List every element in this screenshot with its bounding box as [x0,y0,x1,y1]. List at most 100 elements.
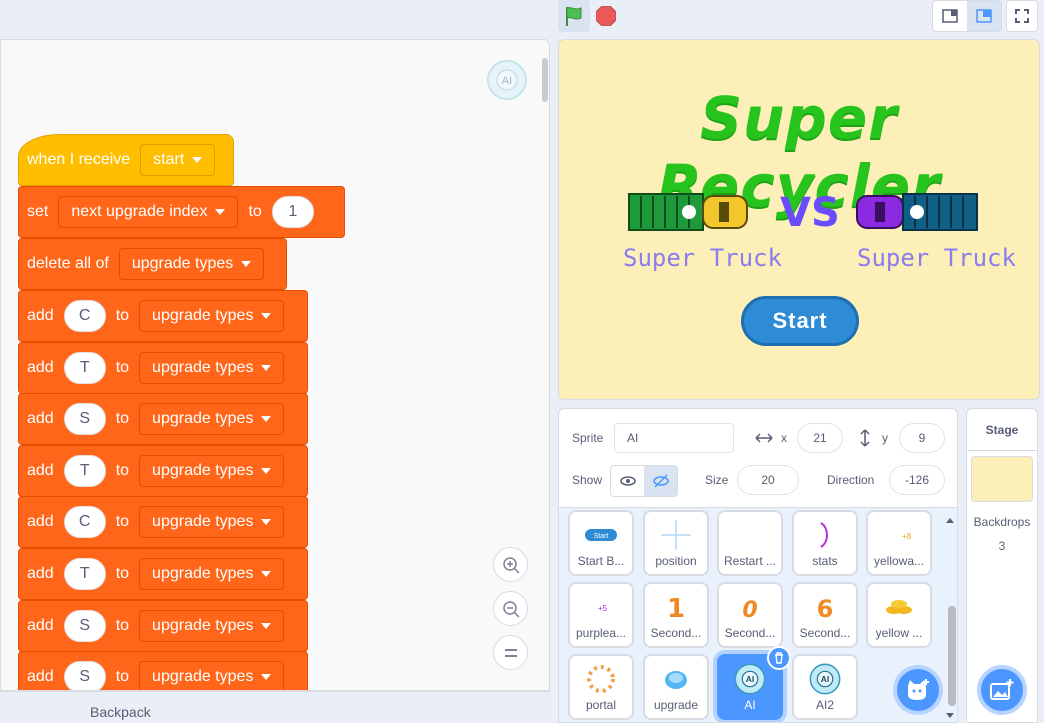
add-to-list-block[interactable]: add Sto upgrade types [18,393,308,445]
list-value: upgrade types [152,513,254,530]
stage[interactable]: Super Recycler VS Super Truck Super Truc… [558,39,1040,400]
sprite-tile[interactable]: AI AI2 [792,654,858,720]
vertical-scrollbar[interactable] [542,58,548,102]
stage-start-button[interactable]: Start [741,296,859,346]
sprite-tile[interactable]: +5 purplea... [568,582,634,648]
y-input[interactable]: 9 [899,423,945,453]
add-to-list-block[interactable]: add Cto upgrade types [18,290,308,342]
backdrops-count: 3 [998,539,1006,553]
list-dropdown[interactable]: upgrade types [139,352,285,384]
add-label: add [27,565,54,582]
layout-mode-group [932,0,1002,32]
size-label: Size [705,473,729,487]
dropdown-caret-icon [261,468,272,474]
list-dropdown[interactable]: upgrade types [118,248,265,280]
list-dropdown[interactable]: upgrade types [139,455,285,487]
dropdown-caret-icon [261,519,272,525]
right-truck-label: Super Truck [857,244,1016,272]
list-dropdown[interactable]: upgrade types [139,403,285,435]
hide-button[interactable] [644,466,677,496]
backpack[interactable]: Backpack [0,691,550,723]
list-dropdown[interactable]: upgrade types [139,661,285,690]
add-to-list-block[interactable]: add Sto upgrade types [18,651,308,690]
dropdown-caret-icon [192,157,203,163]
eye-icon [619,476,636,486]
variable-value: next upgrade index [71,203,208,220]
sprite-list-scrollbar[interactable] [945,512,956,718]
item-input[interactable]: S [63,610,106,642]
sprite-tile[interactable]: 1 Second... [643,582,709,648]
to-label: to [115,617,130,634]
item-input[interactable]: C [63,300,106,332]
item-input[interactable]: S [63,661,106,690]
versus-label: VS [780,190,840,236]
add-label: add [27,307,54,324]
to-label: to [115,513,130,530]
fullscreen-button[interactable] [1006,0,1038,32]
arc-icon [794,518,856,552]
list-dropdown[interactable]: upgrade types [139,558,285,590]
size-input[interactable]: 20 [737,465,799,495]
sprite-tile[interactable]: Restart ... [717,510,783,576]
delete-sprite-button[interactable] [767,646,791,670]
message-value: start [153,151,185,168]
sprite-tile[interactable]: AI AI [717,646,791,720]
digit-one-icon: 1 [645,590,707,624]
item-input[interactable]: T [63,352,106,384]
add-backdrop-button[interactable] [977,665,1027,715]
add-to-list-block[interactable]: add Tto upgrade types [18,548,308,600]
normal-stage-button[interactable] [967,1,1001,31]
sprite-tile[interactable]: yellow ... [866,582,932,648]
x-input[interactable]: 21 [797,423,843,453]
scroll-thumb[interactable] [948,606,956,706]
y-label: y [882,431,888,445]
show-button[interactable] [611,466,644,496]
stop-icon [595,5,617,27]
item-input[interactable]: C [63,506,106,538]
dropdown-caret-icon [261,571,272,577]
zoom-in-button[interactable] [493,547,528,582]
when-i-receive-block[interactable]: when I receive start [18,134,234,186]
sprite-tile[interactable]: +8 yellowa... [866,510,932,576]
zoom-reset-button[interactable] [493,635,528,670]
list-dropdown[interactable]: upgrade types [139,506,285,538]
direction-input[interactable]: -126 [889,465,945,495]
add-to-list-block[interactable]: add Sto upgrade types [18,600,308,652]
list-dropdown[interactable]: upgrade types [139,610,285,642]
green-flag-button[interactable] [558,0,590,32]
list-dropdown[interactable]: upgrade types [139,300,285,332]
small-stage-button[interactable] [933,1,967,31]
set-variable-block[interactable]: set next upgrade index to 1 [18,186,345,238]
sprite-tile[interactable]: upgrade [643,654,709,720]
zoom-out-button[interactable] [493,591,528,626]
sprite-tile[interactable]: 6 Second... [792,582,858,648]
value-input[interactable]: 1 [271,196,314,228]
sprite-tile[interactable]: portal [568,654,634,720]
sprite-name: upgrade [653,698,699,712]
sprite-name: purplea... [575,626,627,640]
svg-text:AI: AI [746,674,755,684]
direction-label: Direction [827,473,875,487]
stage-thumbnail[interactable] [971,456,1033,502]
sprite-tile[interactable]: stats [792,510,858,576]
message-dropdown[interactable]: start [140,144,216,176]
list-value: upgrade types [152,410,254,427]
add-to-list-block[interactable]: add Tto upgrade types [18,342,308,394]
sprite-tile[interactable]: position [643,510,709,576]
item-input[interactable]: T [63,558,106,590]
add-label: add [27,513,54,530]
add-label: add [27,462,54,479]
script-area[interactable]: AI when I receive start set next upgrade… [0,39,550,691]
item-input[interactable]: T [63,455,106,487]
zoom-reset-icon [504,648,517,657]
sprite-tile[interactable]: Start Start B... [568,510,634,576]
add-sprite-button[interactable] [893,665,943,715]
sprite-tile[interactable]: 0 Second... [717,582,783,648]
add-to-list-block[interactable]: add Tto upgrade types [18,445,308,497]
item-input[interactable]: S [63,403,106,435]
delete-all-block[interactable]: delete all of upgrade types [18,238,287,290]
stop-button[interactable] [595,5,617,27]
sprite-name-input[interactable]: AI [614,423,734,453]
add-to-list-block[interactable]: add Cto upgrade types [18,496,308,548]
variable-dropdown[interactable]: next upgrade index [58,196,239,228]
